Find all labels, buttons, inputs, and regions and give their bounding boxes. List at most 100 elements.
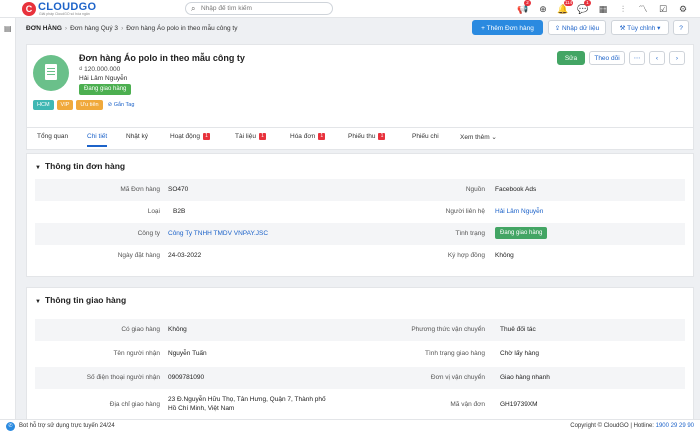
tab-log[interactable]: Nhật ký (126, 133, 148, 147)
field-label: Công ty (137, 230, 160, 237)
info-row: Địa chỉ giao hàng 23 Đ.Nguyễn Hữu Thọ, T… (35, 391, 685, 420)
recipient-phone-value: 0909781090 (168, 374, 205, 381)
tab-payments[interactable]: Phiếu chi (412, 133, 439, 147)
section-title[interactable]: ▼ Thông tin đơn hàng (35, 161, 125, 171)
tab-label: Tổng quan (37, 133, 69, 140)
notification-badge: 1 (584, 0, 591, 6)
settings-icon[interactable]: ⚙ (676, 2, 690, 16)
import-label: Nhập dữ liệu (562, 25, 600, 32)
record-title: Đơn hàng Áo polo in theo mẫu công ty (79, 53, 245, 63)
tab-count-badge: 1 (258, 133, 266, 140)
chevron-right-icon: › (675, 55, 679, 62)
section-title[interactable]: ▼ Thông tin giao hàng (35, 295, 126, 305)
bell-icon[interactable]: 🔔 114 (556, 0, 574, 16)
global-search[interactable]: ⌕ (185, 2, 333, 15)
contact-link[interactable]: Hải Lâm Nguyễn (495, 208, 543, 215)
field-label: Đơn vị vận chuyển (430, 374, 485, 381)
tab-label: Phiếu thu (348, 133, 376, 140)
tab-label: Hóa đơn (290, 133, 316, 140)
top-bar: C CLOUDGO Giải pháp CloudGO số hóa ngân … (0, 0, 700, 18)
record-owner: Hải Lâm Nguyễn (79, 75, 128, 82)
carrier-value: Giao hàng nhanh (500, 374, 550, 381)
cloudgo-logo[interactable]: C CLOUDGO Giải pháp CloudGO số hóa ngân (22, 1, 112, 17)
tab-details[interactable]: Chi tiết (87, 133, 108, 147)
tag-hcm[interactable]: HCM (33, 100, 54, 110)
add-tag-link[interactable]: ⊘ Gắn Tag (108, 100, 135, 110)
field-label: Tên người nhận (113, 350, 160, 357)
tab-more[interactable]: Xem thêm ⌄ (460, 133, 497, 147)
add-tag-label: Gắn Tag (113, 102, 135, 108)
search-input[interactable] (201, 4, 329, 13)
document-icon (45, 64, 57, 80)
import-button[interactable]: ⇪ Nhập dữ liệu (548, 20, 606, 35)
analytics-icon[interactable]: 〽 (636, 2, 650, 16)
record-tabs: Tổng quan Chi tiết Nhật ký Hoạt động 1 Tà… (26, 128, 694, 150)
company-link[interactable]: Công Ty TNHH TMDV VNPAY.JSC (168, 230, 268, 237)
info-row: Loại B2B Người liên hệ Hải Lâm Nguyễn (35, 201, 685, 223)
recipient-name-value: Nguyễn Tuấn (168, 350, 207, 357)
field-label: Tình trạng (455, 230, 485, 237)
type-value: B2B (173, 208, 186, 215)
follow-button[interactable]: Theo dõi (589, 51, 625, 65)
status-button[interactable]: Đang giao hàng (79, 84, 132, 95)
field-label: Nguồn (465, 186, 485, 193)
shipping-address-value-line2: Hồ Chí Minh, Việt Nam (168, 405, 235, 412)
tracking-code-value: GH19739XM (500, 401, 538, 408)
logo-mark-icon: C (22, 2, 36, 16)
tab-label: Chi tiết (87, 133, 108, 140)
reports-icon[interactable]: ⫶ (616, 2, 630, 16)
tab-documents[interactable]: Tài liệu 1 (235, 133, 266, 147)
section-title-text: Thông tin đơn hàng (44, 161, 126, 171)
hotline-link[interactable]: 1900 29 29 90 (656, 423, 694, 429)
field-label: Người liên hệ (445, 208, 485, 215)
help-button[interactable]: ? (673, 20, 689, 35)
field-label: Mã Đơn hàng (120, 186, 160, 193)
copyright-text: Copyright © CloudGO | Hotline: (570, 423, 654, 429)
field-label: Ký hợp đồng (447, 252, 485, 259)
tab-overview[interactable]: Tổng quan (37, 133, 68, 147)
chevron-down-icon: ⌄ (489, 134, 497, 141)
chat-icon[interactable]: 💬 1 (576, 0, 591, 16)
tag-vip[interactable]: VIP (56, 100, 74, 110)
record-avatar (33, 55, 69, 91)
tab-activities[interactable]: Hoạt động 1 (170, 133, 210, 147)
tab-label: Hoạt động (170, 133, 200, 140)
edit-button[interactable]: Sửa (557, 51, 585, 65)
notification-badge: 2 (524, 0, 531, 6)
logo-subtitle: Giải pháp CloudGO số hóa ngân (39, 12, 90, 16)
prev-record-button[interactable]: ‹ (649, 51, 665, 65)
shipping-address-value: 23 Đ.Nguyễn Hữu Thọ, Tân Hưng, Quận 7, T… (168, 396, 326, 403)
tab-receipts[interactable]: Phiếu thu 1 (348, 133, 386, 147)
field-label: Mã vận đơn (450, 401, 485, 408)
megaphone-icon[interactable]: 📢 2 (516, 0, 531, 16)
field-label: Ngày đặt hàng (117, 252, 160, 259)
customize-button[interactable]: ⚒ Tùy chỉnh ▾ (611, 20, 669, 35)
copyright: Copyright © CloudGO | Hotline: 1900 29 2… (570, 423, 694, 429)
tag-priority[interactable]: Ưu tiên (76, 100, 103, 110)
tab-invoices[interactable]: Hóa đơn 1 (290, 133, 326, 147)
record-header: Đơn hàng Áo polo in theo mẫu công ty ₫ 1… (26, 44, 694, 128)
support-text[interactable]: Bot hỗ trợ sử dụng trực tuyến 24/24 (19, 423, 115, 429)
tasks-icon[interactable]: ☑ (656, 2, 670, 16)
add-circle-icon[interactable]: ⊕ (536, 2, 550, 16)
calendar-icon[interactable]: ▦ (596, 2, 610, 16)
ellipsis-icon: ⋯ (633, 55, 641, 62)
field-label: Phương thức vận chuyển (411, 326, 485, 333)
notification-badge: 114 (564, 0, 574, 6)
shipping-info-section: ▼ Thông tin giao hàng Có giao hàng Không … (26, 287, 694, 419)
info-row: Ngày đặt hàng 24-03-2022 Ký hợp đồng Khô… (35, 245, 685, 267)
more-button[interactable]: ⋯ (629, 51, 645, 65)
info-row: Có giao hàng Không Phương thức vận chuyể… (35, 319, 685, 341)
field-label: Tình trạng giao hàng (425, 350, 485, 357)
chat-bot-icon[interactable]: ✆ (6, 422, 15, 431)
record-price: ₫ 120.000.000 (79, 66, 121, 73)
info-row: Số điện thoại người nhận 0909781090 Đơn … (35, 367, 685, 389)
footer: ✆ Bot hỗ trợ sử dụng trực tuyến 24/24 Co… (0, 419, 700, 433)
field-label: Địa chỉ giao hàng (109, 401, 160, 408)
info-row: Mã Đơn hàng SO470 Nguồn Facebook Ads (35, 179, 685, 201)
next-record-button[interactable]: › (669, 51, 685, 65)
order-info-section: ▼ Thông tin đơn hàng Mã Đơn hàng SO470 Ng… (26, 153, 694, 277)
add-order-button[interactable]: + Thêm Đơn hàng (472, 20, 543, 35)
field-label: Số điện thoại người nhận (86, 374, 160, 381)
order-code-value: SO470 (168, 186, 189, 193)
